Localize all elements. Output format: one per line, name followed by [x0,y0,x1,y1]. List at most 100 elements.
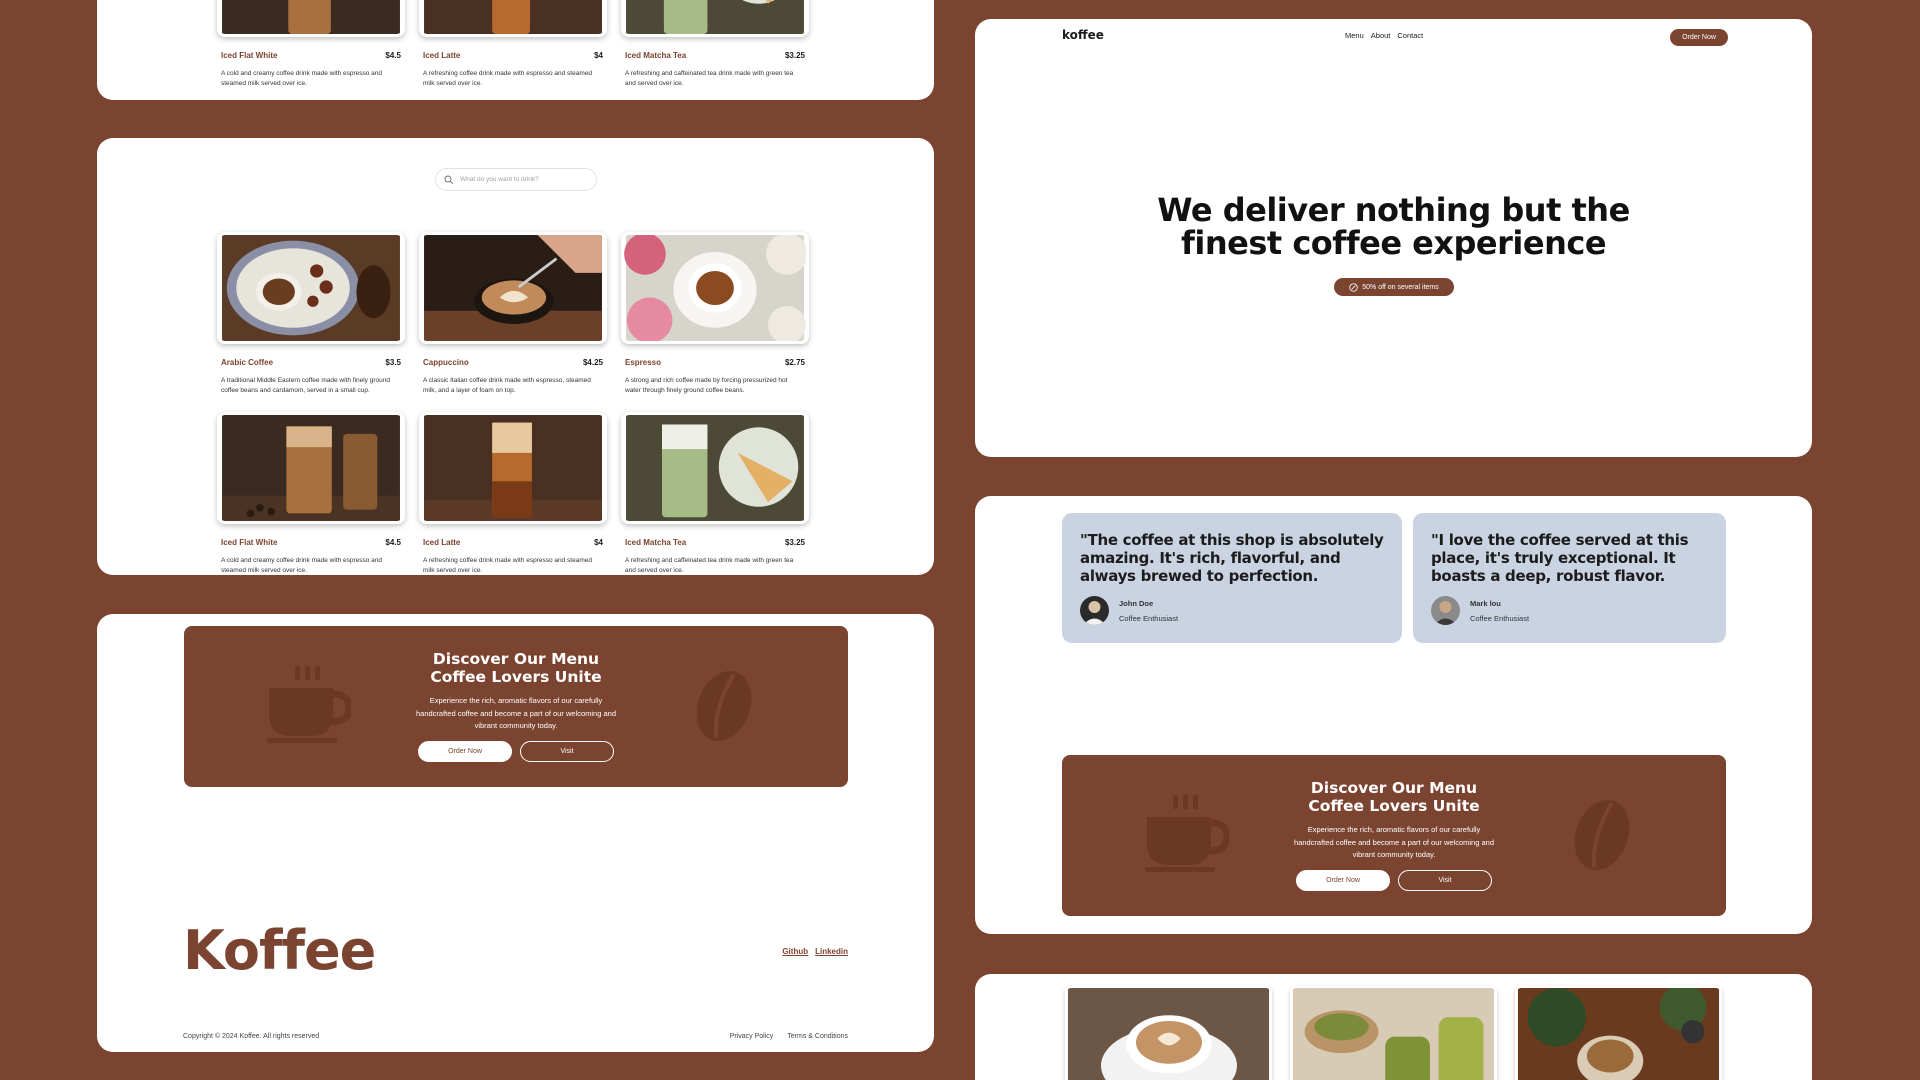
menu-item-description: A classic Italian coffee drink made with… [423,377,591,394]
coffee-cup-icon [1145,795,1229,872]
menu-item-price: $4 [594,538,603,547]
menu-item-name: Iced Matcha Tea [625,538,687,547]
menu-item[interactable]: Arabic Coffee $3.5 A traditional Middle E… [217,232,405,398]
menu-panel-partial: Iced Flat White $4.5 A cold and creamy co… [97,0,934,100]
author-role: Coffee Enthusiast [1119,613,1179,623]
linkedin-link[interactable]: Linkedin [815,947,848,956]
menu-item-description: A refreshing coffee drink made with espr… [423,70,592,87]
menu-item[interactable]: Iced Latte $4 A refreshing coffee drink m… [419,412,607,575]
search-icon [444,175,454,184]
privacy-policy-link[interactable]: Privacy Policy [730,1033,774,1040]
coffee-table-image [1515,986,1722,1080]
menu-item-price: $4.5 [385,538,401,547]
testimonial-quote: "The coffee at this shop is absolutely a… [1080,531,1384,585]
hero-title: We deliver nothing but the finest coffee… [975,194,1812,260]
menu-item-description: A cold and creamy coffee drink made with… [221,557,383,574]
copyright-text: Copyright © 2024 Koffee. All rights rese… [183,1033,320,1040]
author-name: John Doe [1119,598,1154,608]
menu-item-description: A traditional Middle Eastern coffee made… [221,377,390,394]
cappuccino-image [419,232,607,344]
iced-latte-image [419,0,607,37]
menu-item-name: Iced Flat White [221,51,278,60]
footer-social-links: Github Linkedin [782,947,848,956]
menu-item[interactable]: Espresso $2.75 A strong and rich coffee m… [621,232,809,398]
iced-matcha-image [621,412,809,524]
testimonial-quote: "I love the coffee served at this place,… [1431,531,1689,585]
menu-item-price: $4.5 [385,51,401,60]
testimonial-card: "I love the coffee served at this place,… [1413,513,1726,643]
testimonial-author: John Doe Coffee Enthusiast [1080,596,1384,625]
discount-badge-text: 50% off on several items [1362,283,1439,291]
discount-badge[interactable]: 50% off on several items [1334,278,1454,296]
coffee-bean-icon [696,671,752,741]
cta-text: Experience the rich, aromatic flavors of… [1294,825,1494,859]
hero-panel: koffee Menu About Contact Order Now We d… [975,19,1812,457]
menu-item[interactable]: Cappuccino $4.25 A classic Italian coffee… [419,232,607,398]
avatar [1431,596,1460,625]
menu-item-name: Cappuccino [423,358,469,367]
menu-item-name: Iced Latte [423,538,461,547]
testimonial-card: "The coffee at this shop is absolutely a… [1062,513,1402,643]
order-now-button[interactable]: Order Now [1296,869,1390,891]
navbar: koffee Menu About Contact Order Now [1062,24,1728,46]
menu-item-description: A refreshing coffee drink made with espr… [423,557,592,574]
coffee-cup-icon [267,666,351,743]
nav-links: Menu About Contact [1345,31,1423,40]
iced-latte-image [419,412,607,524]
nav-about-link[interactable]: About [1371,31,1391,40]
menu-item-name: Iced Latte [423,51,461,60]
github-link[interactable]: Github [782,947,808,956]
latte-art-image [1065,986,1272,1080]
cta-banner: Discover Our Menu Coffee Lovers Unite Ex… [184,626,848,787]
visit-button[interactable]: Visit [520,740,614,762]
cta-banner: Discover Our Menu Coffee Lovers Unite Ex… [1062,755,1726,916]
gallery-panel [975,974,1812,1080]
iced-matcha-image [621,0,809,37]
hero-title-line1: We deliver nothing but the [1157,191,1630,229]
legal-links: Privacy Policy Terms & Conditions [730,1033,848,1040]
search-input[interactable]: What do you want to drink? [435,168,597,191]
menu-item-name: Arabic Coffee [221,358,274,367]
visit-button[interactable]: Visit [1398,869,1492,891]
menu-item-name: Espresso [625,358,662,367]
menu-item-name: Iced Matcha Tea [625,51,687,60]
menu-item-description: A cold and creamy coffee drink made with… [221,70,383,87]
menu-item-price: $3.5 [385,358,401,367]
hero-title-line2: finest coffee experience [1180,224,1607,262]
menu-item-price: $4.25 [582,358,603,367]
menu-item[interactable]: Iced Flat White $4.5 A cold and creamy co… [217,0,405,91]
testimonial-author: Mark lou Coffee Enthusiast [1431,596,1708,625]
order-now-button[interactable]: Order Now [418,740,512,762]
search-placeholder: What do you want to drink? [460,176,539,183]
menu-item-name: Iced Flat White [221,538,278,547]
nav-order-now-button[interactable]: Order Now [1670,29,1728,46]
menu-item[interactable]: Iced Latte $4 A refreshing coffee drink m… [419,0,607,91]
iced-flat-white-image [217,412,405,524]
iced-flat-white-image [217,0,405,37]
footer-logo: Koffee [183,919,376,982]
menu-item[interactable]: Iced Matcha Tea $3.25 A refreshing and ca… [621,412,809,575]
menu-item-description: A strong and rich coffee made by forcing… [625,377,788,394]
menu-item-description: A refreshing and caffeinated tea drink m… [625,70,794,87]
testimonials-panel: "The coffee at this shop is absolutely a… [975,496,1812,934]
coffee-bean-icon [1574,800,1630,870]
menu-grid: Arabic Coffee $3.5 A traditional Middle E… [217,232,809,575]
author-name: Mark lou [1470,598,1501,608]
menu-item[interactable]: Iced Flat White $4.5 A cold and creamy co… [217,412,405,575]
menu-panel: What do you want to drink? Arabic Coffee… [97,138,934,575]
author-role: Coffee Enthusiast [1470,613,1530,623]
menu-item-price: $3.25 [784,51,805,60]
brand-logo[interactable]: koffee [1062,28,1104,42]
nav-menu-link[interactable]: Menu [1345,31,1364,40]
nav-contact-link[interactable]: Contact [1397,31,1423,40]
avatar [1080,596,1109,625]
menu-item-price: $3.25 [784,538,805,547]
percent-icon [1349,282,1358,292]
terms-link[interactable]: Terms & Conditions [787,1033,848,1040]
matcha-image [1290,986,1497,1080]
menu-item[interactable]: Iced Matcha Tea $3.25 A refreshing and ca… [621,0,809,91]
menu-item-description: A refreshing and caffeinated tea drink m… [625,557,794,574]
cta-text: Experience the rich, aromatic flavors of… [416,696,616,730]
menu-grid-partial: Iced Flat White $4.5 A cold and creamy co… [217,0,809,91]
menu-item-price: $2.75 [784,358,805,367]
